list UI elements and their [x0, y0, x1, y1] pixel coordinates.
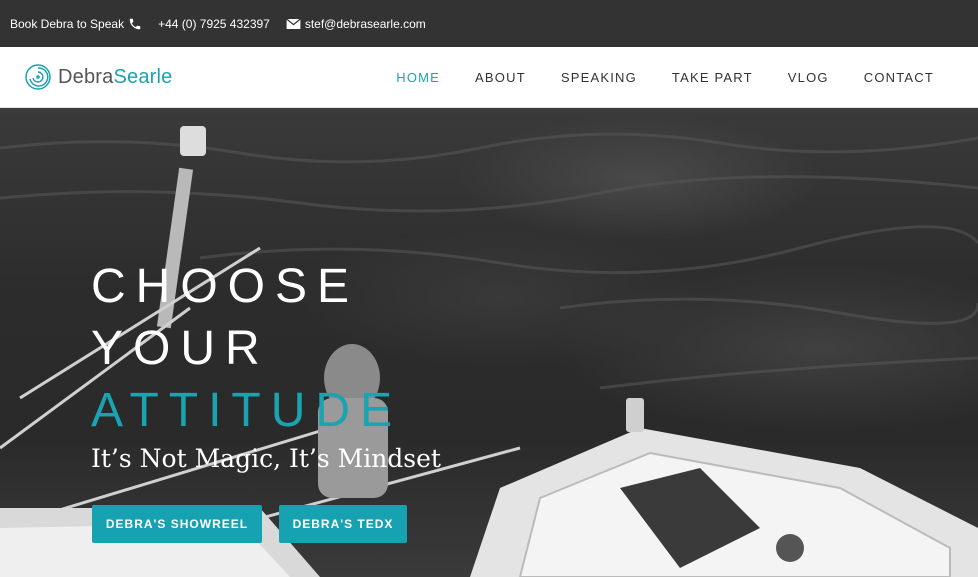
logo-text: DebraSearle	[58, 66, 173, 89]
showreel-button[interactable]: DEBRA'S SHOWREEL	[92, 505, 262, 543]
phone-link[interactable]: +44 (0) 7925 432397	[158, 17, 270, 31]
main-navbar: DebraSearle HOME ABOUT SPEAKING TAKE PAR…	[0, 47, 978, 108]
logo-last-name: Searle	[113, 65, 173, 88]
primary-nav: HOME ABOUT SPEAKING TAKE PART VLOG CONTA…	[361, 47, 934, 108]
headline-line-1: CHOOSE	[91, 260, 360, 313]
hero-tagline: It’s Not Magic, It’s Mindset	[91, 444, 441, 473]
logo-first-name: Debra	[58, 65, 114, 88]
email-link[interactable]: stef@debrasearle.com	[286, 17, 426, 31]
tedx-button[interactable]: DEBRA'S TEDX	[279, 505, 407, 543]
phone-icon	[129, 18, 141, 29]
nav-item-speaking[interactable]: SPEAKING	[561, 70, 637, 85]
logo-swirl-icon	[25, 64, 51, 90]
book-speaker-link[interactable]: Book Debra to Speak	[10, 17, 142, 31]
phone-number: +44 (0) 7925 432397	[158, 16, 270, 31]
headline-line-3: ATTITUDE	[91, 384, 403, 437]
email-address: stef@debrasearle.com	[304, 16, 426, 31]
nav-item-about[interactable]: ABOUT	[475, 70, 526, 85]
nav-item-contact[interactable]: CONTACT	[864, 70, 934, 85]
top-contact-bar: Book Debra to Speak +44 (0) 7925 432397 …	[0, 0, 978, 47]
nav-item-home[interactable]: HOME	[396, 70, 440, 85]
book-label: Book Debra to Speak	[10, 16, 125, 31]
hero-banner: CHOOSE YOUR ATTITUDE It’s Not Magic, It’…	[0, 108, 978, 577]
site-logo[interactable]: DebraSearle	[24, 63, 173, 91]
hero-headline: CHOOSE YOUR ATTITUDE	[91, 256, 402, 442]
nav-item-vlog[interactable]: VLOG	[788, 70, 829, 85]
mail-icon	[286, 18, 301, 29]
headline-line-2: YOUR	[91, 322, 270, 375]
nav-item-take-part[interactable]: TAKE PART	[672, 70, 753, 85]
